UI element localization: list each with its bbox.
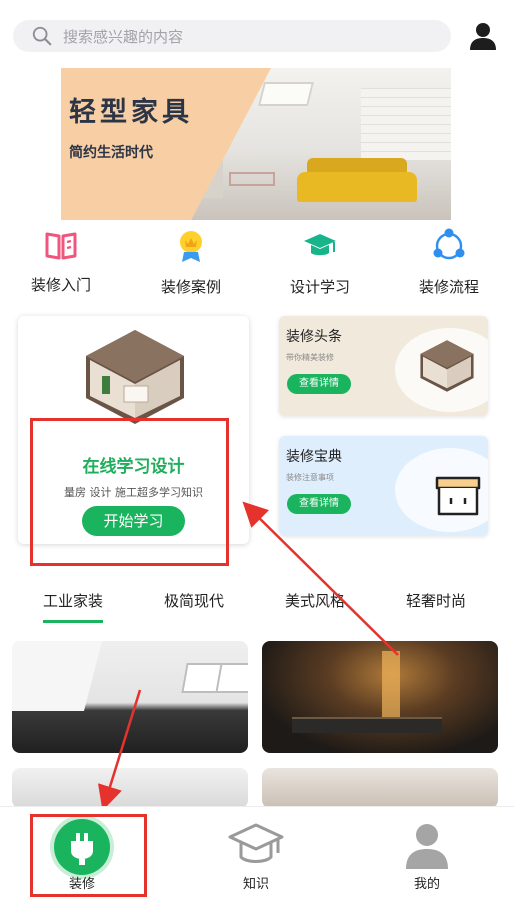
tab-american[interactable]: 美式风格 (285, 590, 345, 611)
tab-industrial[interactable]: 工业家装 (43, 590, 103, 611)
view-details-button[interactable]: 查看详情 (287, 494, 351, 514)
graduation-cap-icon (304, 234, 336, 256)
graduation-cap-icon (228, 823, 284, 863)
nav-label: 我的 (413, 877, 440, 892)
case-photo[interactable] (262, 641, 498, 753)
isometric-room-icon (86, 330, 184, 424)
promo-banner[interactable]: 轻型家具 简约生活时代 (61, 68, 451, 220)
view-details-button[interactable]: 查看详情 (287, 374, 351, 394)
decor-guide-card[interactable]: 装修宝典 装修注意事项 查看详情 (279, 436, 488, 536)
isometric-room-icon (420, 340, 474, 392)
case-photo[interactable] (12, 768, 248, 808)
card-title: 装修宝典 (286, 449, 342, 465)
banner-subtitle: 简约生活时代 (69, 145, 153, 161)
medal-icon (180, 231, 202, 262)
card-desc: 带你精美装修 (286, 353, 334, 362)
annotation-highlight-box (30, 814, 147, 897)
case-photo[interactable] (262, 768, 498, 808)
sofa (297, 172, 417, 202)
process-cycle-icon (433, 228, 465, 260)
card-desc: 装修注意事项 (286, 473, 334, 482)
case-photo[interactable] (12, 641, 248, 753)
category-label: 装修入门 (30, 276, 91, 294)
nav-label: 知识 (242, 877, 269, 892)
user-icon[interactable] (467, 20, 499, 52)
category-label: 装修流程 (418, 278, 479, 296)
annotation-highlight-box (30, 418, 229, 566)
search-bar[interactable]: 搜索感兴趣的内容 (13, 20, 451, 52)
card-title: 装修头条 (286, 329, 342, 345)
tab-light-luxury[interactable]: 轻奢时尚 (406, 590, 466, 611)
category-item-intro[interactable]: 装修入门 (6, 228, 116, 295)
search-placeholder: 搜索感兴趣的内容 (63, 27, 184, 46)
search-icon (32, 26, 52, 46)
category-item-learning[interactable]: 设计学习 (265, 228, 375, 297)
decor-headlines-card[interactable]: 装修头条 带你精美装修 查看详情 (279, 316, 488, 416)
category-item-process[interactable]: 装修流程 (394, 228, 504, 297)
category-label: 设计学习 (289, 278, 350, 296)
tab-minimal-modern[interactable]: 极简现代 (164, 590, 224, 611)
active-tab-indicator (43, 620, 103, 623)
book-icon (45, 232, 77, 260)
user-icon (406, 824, 448, 869)
banner-title: 轻型家具 (69, 97, 193, 128)
shop-icon (435, 476, 481, 516)
category-label: 装修案例 (160, 278, 221, 296)
category-item-cases[interactable]: 装修案例 (136, 228, 246, 297)
